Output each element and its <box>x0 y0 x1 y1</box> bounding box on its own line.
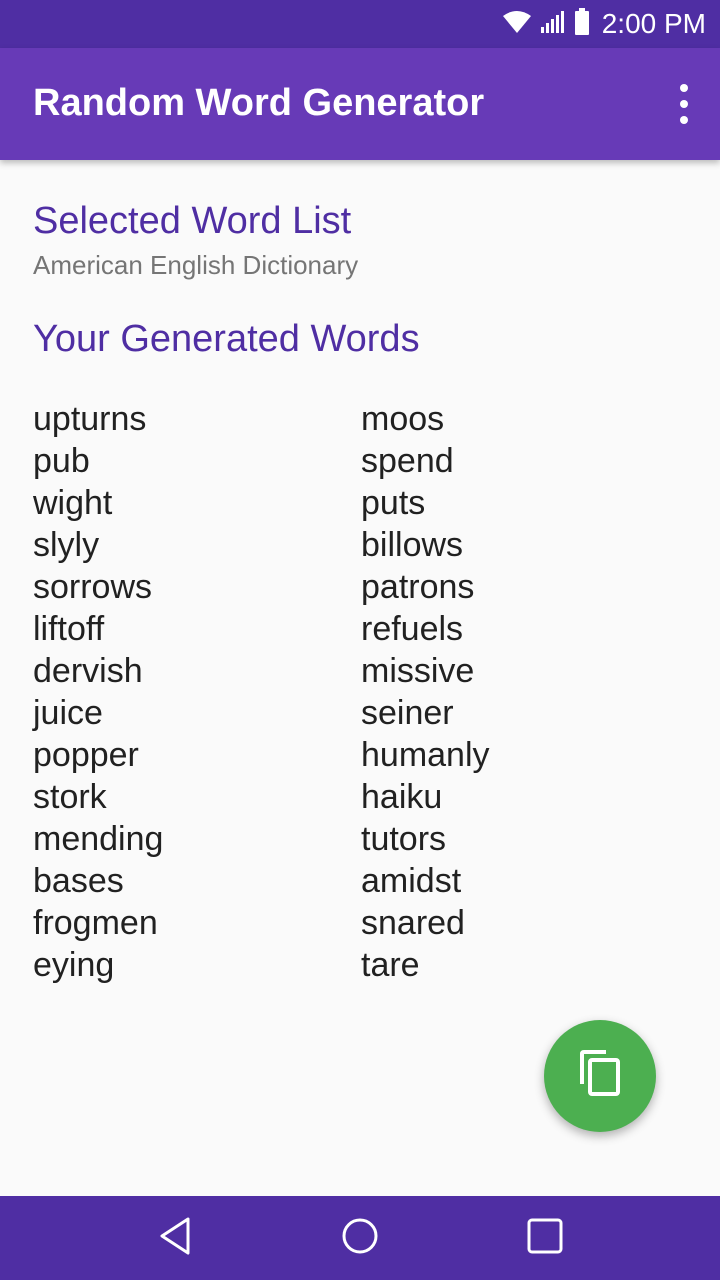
word-column-2: moos spend puts billows patrons refuels … <box>361 398 689 986</box>
status-icons: 2:00 PM <box>502 0 706 48</box>
signal-icon <box>540 10 566 39</box>
word-item: snared <box>361 904 465 942</box>
app-title: Random Word Generator <box>33 82 485 124</box>
menu-dot <box>680 100 688 108</box>
menu-dot <box>680 84 688 92</box>
word-item: stork <box>33 778 107 816</box>
app-bar: Random Word Generator <box>0 48 720 160</box>
word-item: sorrows <box>33 568 153 606</box>
word-item: haiku <box>361 778 443 816</box>
word-column-1: upturns pub wight slyly sorrows liftoff … <box>33 398 361 986</box>
recents-icon <box>525 1216 565 1261</box>
word-item: juice <box>33 694 103 732</box>
word-item: popper <box>33 736 139 774</box>
word-item: dervish <box>33 652 143 690</box>
home-icon <box>340 1216 380 1261</box>
home-button[interactable] <box>300 1196 420 1280</box>
word-item: billows <box>361 526 464 564</box>
word-item: slyly <box>33 526 100 564</box>
wifi-icon <box>502 10 532 39</box>
word-item: spend <box>361 442 454 480</box>
main-content: Selected Word List American English Dict… <box>33 196 693 364</box>
copy-words-button[interactable] <box>544 1020 656 1132</box>
word-item: wight <box>33 484 113 522</box>
back-icon <box>157 1216 193 1261</box>
word-item: upturns <box>33 400 147 438</box>
copy-icon <box>578 1049 622 1103</box>
generated-words-heading: Your Generated Words <box>33 318 420 360</box>
word-item: moos <box>361 400 445 438</box>
menu-dot <box>680 116 688 124</box>
more-vert-icon[interactable] <box>672 84 696 124</box>
word-list: upturns pub wight slyly sorrows liftoff … <box>33 398 693 986</box>
status-time: 2:00 PM <box>601 8 706 39</box>
word-item: refuels <box>361 610 464 648</box>
word-item: bases <box>33 862 124 900</box>
system-nav-bar <box>0 1196 720 1280</box>
status-bar: 2:00 PM <box>0 0 720 48</box>
word-item: puts <box>361 484 426 522</box>
word-item: patrons <box>361 568 475 606</box>
word-item: liftoff <box>33 610 105 648</box>
word-item: tare <box>361 946 420 984</box>
word-item: seiner <box>361 694 454 732</box>
word-item: missive <box>361 652 475 690</box>
word-item: humanly <box>361 736 490 774</box>
selected-list-heading: Selected Word List <box>33 200 352 242</box>
battery-icon <box>574 7 590 41</box>
selected-list-value[interactable]: American English Dictionary <box>33 248 693 282</box>
recents-button[interactable] <box>485 1196 605 1280</box>
word-item: pub <box>33 442 90 480</box>
back-button[interactable] <box>115 1196 235 1280</box>
word-item: frogmen <box>33 904 158 942</box>
word-item: eying <box>33 946 115 984</box>
word-item: amidst <box>361 862 462 900</box>
word-item: tutors <box>361 820 447 858</box>
word-item: mending <box>33 820 164 858</box>
